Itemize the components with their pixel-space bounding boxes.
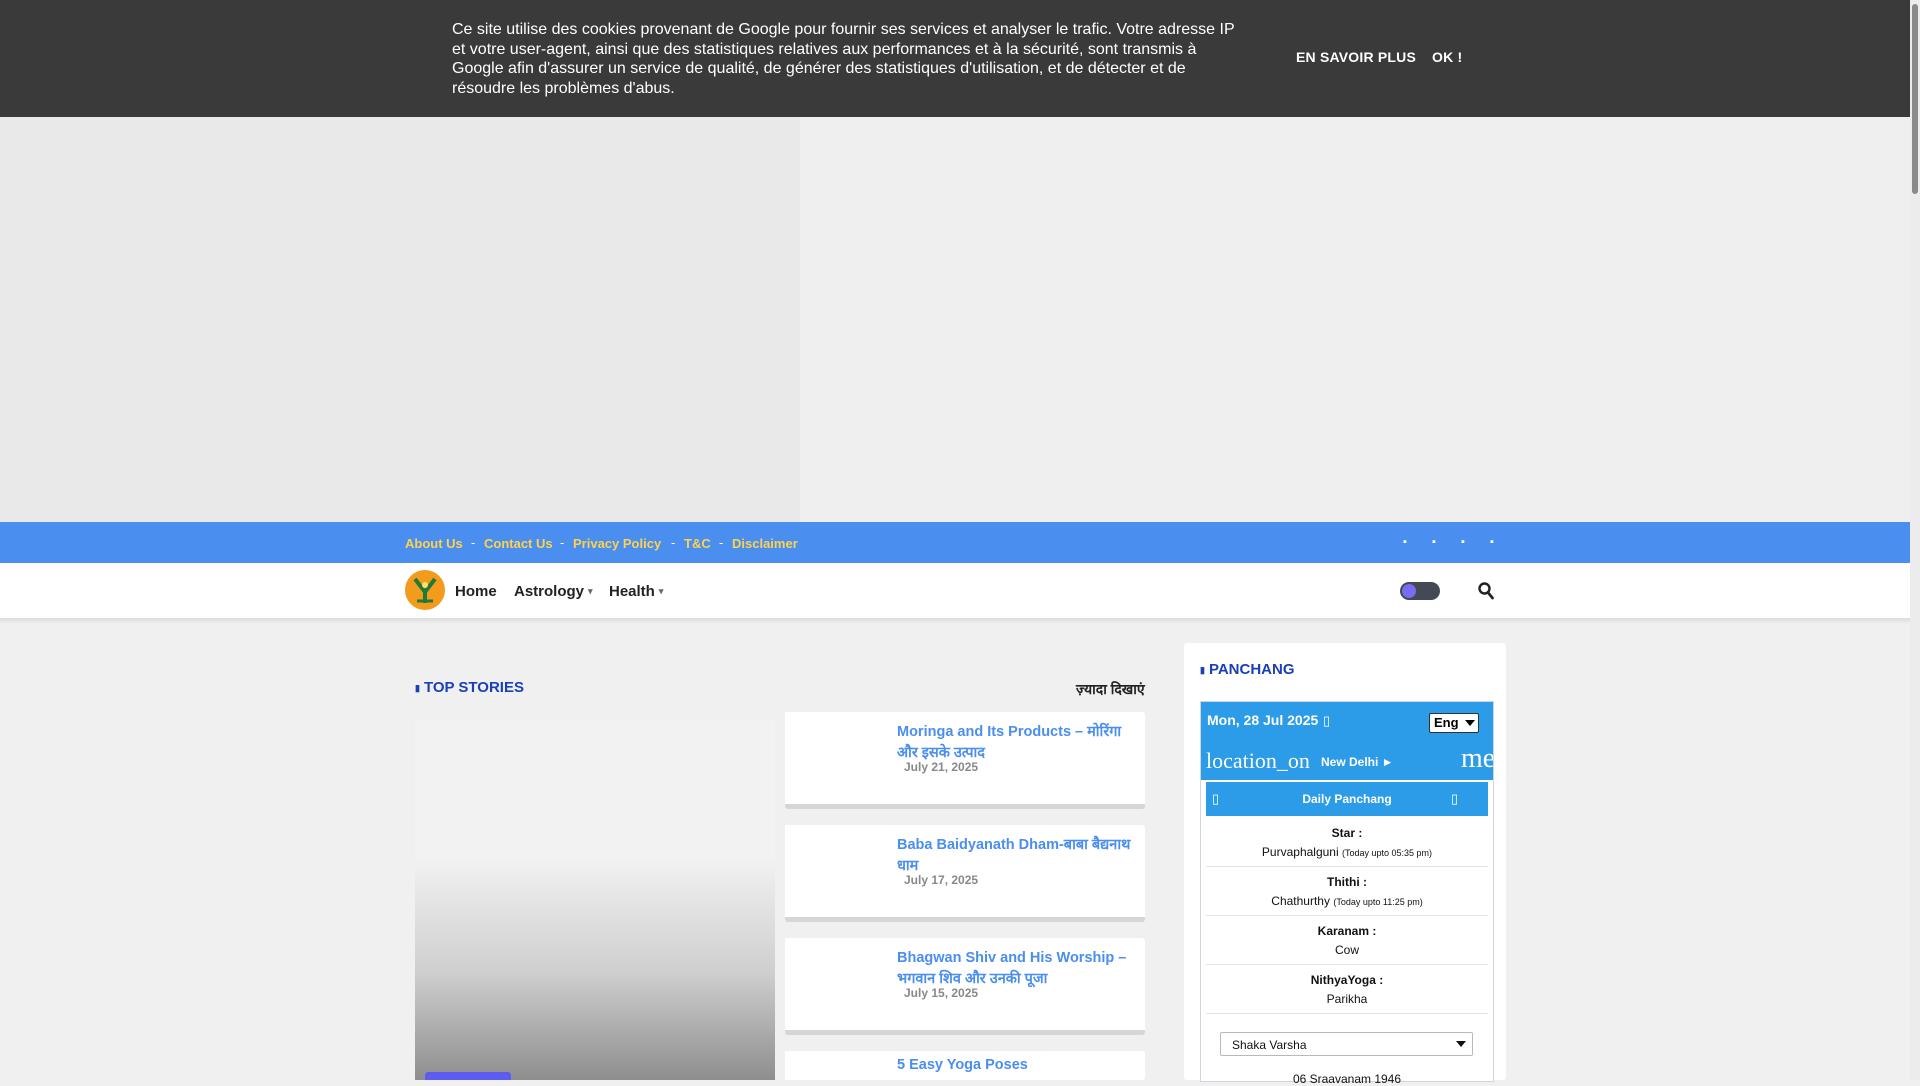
featured-story-image[interactable] — [415, 720, 775, 1080]
row-label: Karanam : — [1317, 924, 1377, 938]
story-thumbnail[interactable] — [785, 825, 890, 917]
show-more-link[interactable]: ज़्यादा दिखाएं — [1076, 680, 1145, 699]
era-date: 06 Sraavanam 1946 — [1292, 1072, 1402, 1086]
language-select[interactable]: Eng — [1429, 713, 1479, 733]
row-label: Star : — [1331, 826, 1363, 840]
chevron-down-icon — [1465, 720, 1475, 726]
location-icon: location_on — [1206, 748, 1310, 773]
story-thumbnail[interactable] — [785, 712, 890, 804]
top-stories-title: TOP STORIES — [423, 679, 524, 696]
disclaimer-link[interactable]: Disclaimer — [732, 536, 798, 551]
topbar-separator: - — [471, 535, 476, 550]
search-icon[interactable] — [1478, 582, 1494, 600]
story-title[interactable]: Baba Baidyanath Dham-बाबा बैद्यनाथ धाम — [897, 835, 1137, 877]
row-value: Purvaphalguni (Today upto 05:35 pm) — [1206, 845, 1488, 859]
location-button[interactable]: New Delhi ► — [1321, 755, 1394, 769]
dark-mode-toggle[interactable] — [1400, 582, 1440, 600]
story-card[interactable]: Moringa and Its Products – मोरिंगा और इस… — [785, 712, 1145, 809]
row-note: (Today upto 11:25 pm) — [1333, 897, 1423, 907]
nav-health[interactable]: Health ▾ — [609, 583, 663, 600]
cookie-banner: Ce site utilise des cookies provenant de… — [0, 0, 1910, 117]
next-day-icon[interactable]: ▯ — [1451, 791, 1458, 807]
main-nav — [0, 563, 1910, 618]
row-value: Parikha — [1326, 992, 1368, 1006]
nav-astrology[interactable]: Astrology ▾ — [514, 583, 593, 600]
era-select-value: Shaka Varsha — [1232, 1038, 1307, 1052]
panchang-row-thithi: Thithi : Chathurthy (Today upto 11:25 pm… — [1206, 867, 1488, 916]
category-badge[interactable] — [425, 1072, 511, 1080]
cookie-text: Ce site utilise des cookies provenant de… — [452, 21, 1235, 97]
accept-cookies-button[interactable]: OK ! — [1432, 49, 1462, 65]
location-row: location_on New Delhi ► menu — [1201, 740, 1493, 780]
story-card[interactable]: Bhagwan Shiv and His Worship – भगवान शिव… — [785, 938, 1145, 1035]
row-value-text: Chathurthy — [1271, 894, 1330, 908]
nav-health-label: Health — [609, 583, 655, 600]
topbar-separator: - — [719, 535, 724, 550]
story-title[interactable]: Bhagwan Shiv and His Worship – भगवान शिव… — [897, 948, 1137, 990]
story-title[interactable]: Moringa and Its Products – मोरिंगा और इस… — [897, 722, 1137, 764]
panchang-header: Mon, 28 Jul 2025 ▯ Eng — [1201, 702, 1493, 740]
youtube-icon[interactable]: ▪ — [1488, 535, 1496, 549]
daily-panchang-tab[interactable]: Daily Panchang — [1206, 792, 1488, 806]
story-thumbnail[interactable] — [785, 1051, 890, 1080]
story-date: July 17, 2025 — [904, 873, 979, 887]
nav-astrology-label: Astrology — [514, 583, 585, 600]
panchang-row-star: Star : Purvaphalguni (Today upto 05:35 p… — [1206, 818, 1488, 867]
chevron-down-icon: ▾ — [658, 586, 664, 596]
terms-link[interactable]: T&C — [684, 536, 711, 551]
privacy-policy-link[interactable]: Privacy Policy — [573, 536, 661, 551]
instagram-icon[interactable]: ▪ — [1459, 535, 1467, 549]
twitter-icon[interactable]: ▪ — [1430, 535, 1438, 549]
language-select-value: Eng — [1434, 715, 1459, 730]
contact-us-link[interactable]: Contact Us — [484, 536, 553, 551]
facebook-icon[interactable]: ▪ — [1401, 535, 1409, 549]
row-value: Chathurthy (Today upto 11:25 pm) — [1206, 894, 1488, 908]
topbar-separator: - — [671, 535, 676, 550]
top-bar: About Us - Contact Us - Privacy Policy -… — [0, 522, 1910, 563]
logo-emblem-icon — [406, 571, 444, 609]
ad-slot-right — [800, 117, 1910, 522]
row-value: Cow — [1334, 943, 1359, 957]
story-card[interactable]: Baba Baidyanath Dham-बाबा बैद्यनाथ धाम J… — [785, 825, 1145, 922]
panchang-widget: Mon, 28 Jul 2025 ▯ Eng location_on New D… — [1200, 701, 1494, 1086]
panchang-tab-bar: ▯ Daily Panchang ▯ — [1206, 782, 1488, 816]
row-note: (Today upto 05:35 pm) — [1342, 848, 1433, 858]
page-scrollbar[interactable] — [1910, 0, 1920, 1080]
site-logo[interactable] — [405, 570, 445, 610]
nav-home[interactable]: Home — [455, 583, 497, 600]
story-card[interactable]: 5 Easy Yoga Poses — [785, 1051, 1145, 1080]
calendar-icon[interactable]: ▯ — [1323, 713, 1330, 729]
story-thumbnail[interactable] — [785, 938, 890, 1030]
top-stories-heading: ▮ TOP STORIES — [415, 679, 524, 696]
panchang-row-nithyayoga: NithyaYoga : Parikha — [1206, 965, 1488, 1014]
menu-icon[interactable]: menu — [1461, 743, 1493, 775]
nav-home-label: Home — [455, 583, 497, 600]
era-select[interactable]: Shaka Varsha — [1220, 1032, 1473, 1056]
bullet-icon: ▮ — [415, 683, 420, 693]
story-date: July 21, 2025 — [904, 760, 979, 774]
row-value-text: Purvaphalguni — [1261, 845, 1339, 859]
row-label: NithyaYoga : — [1310, 973, 1384, 987]
chevron-down-icon: ▾ — [588, 586, 593, 596]
toggle-knob — [1402, 584, 1416, 598]
chevron-down-icon — [1456, 1041, 1466, 1047]
story-title[interactable]: 5 Easy Yoga Poses — [897, 1055, 1137, 1076]
about-us-link[interactable]: About Us — [405, 536, 463, 551]
row-label: Thithi : — [1327, 875, 1367, 889]
bullet-icon: ▮ — [1200, 665, 1205, 675]
panchang-date: Mon, 28 Jul 2025 — [1207, 712, 1319, 728]
learn-more-button[interactable]: EN SAVOIR PLUS — [1296, 49, 1416, 65]
scrollbar-thumb[interactable] — [1912, 4, 1918, 194]
topbar-separator: - — [560, 535, 565, 550]
story-date: July 15, 2025 — [904, 986, 979, 1000]
panchang-heading: ▮ PANCHANG — [1200, 661, 1295, 678]
panchang-panel: ▮ PANCHANG Mon, 28 Jul 2025 ▯ Eng locatio… — [1184, 643, 1506, 1086]
panchang-title: PANCHANG — [1208, 661, 1295, 678]
nav-divider — [0, 618, 1910, 624]
panchang-row-karanam: Karanam : Cow — [1206, 916, 1488, 965]
